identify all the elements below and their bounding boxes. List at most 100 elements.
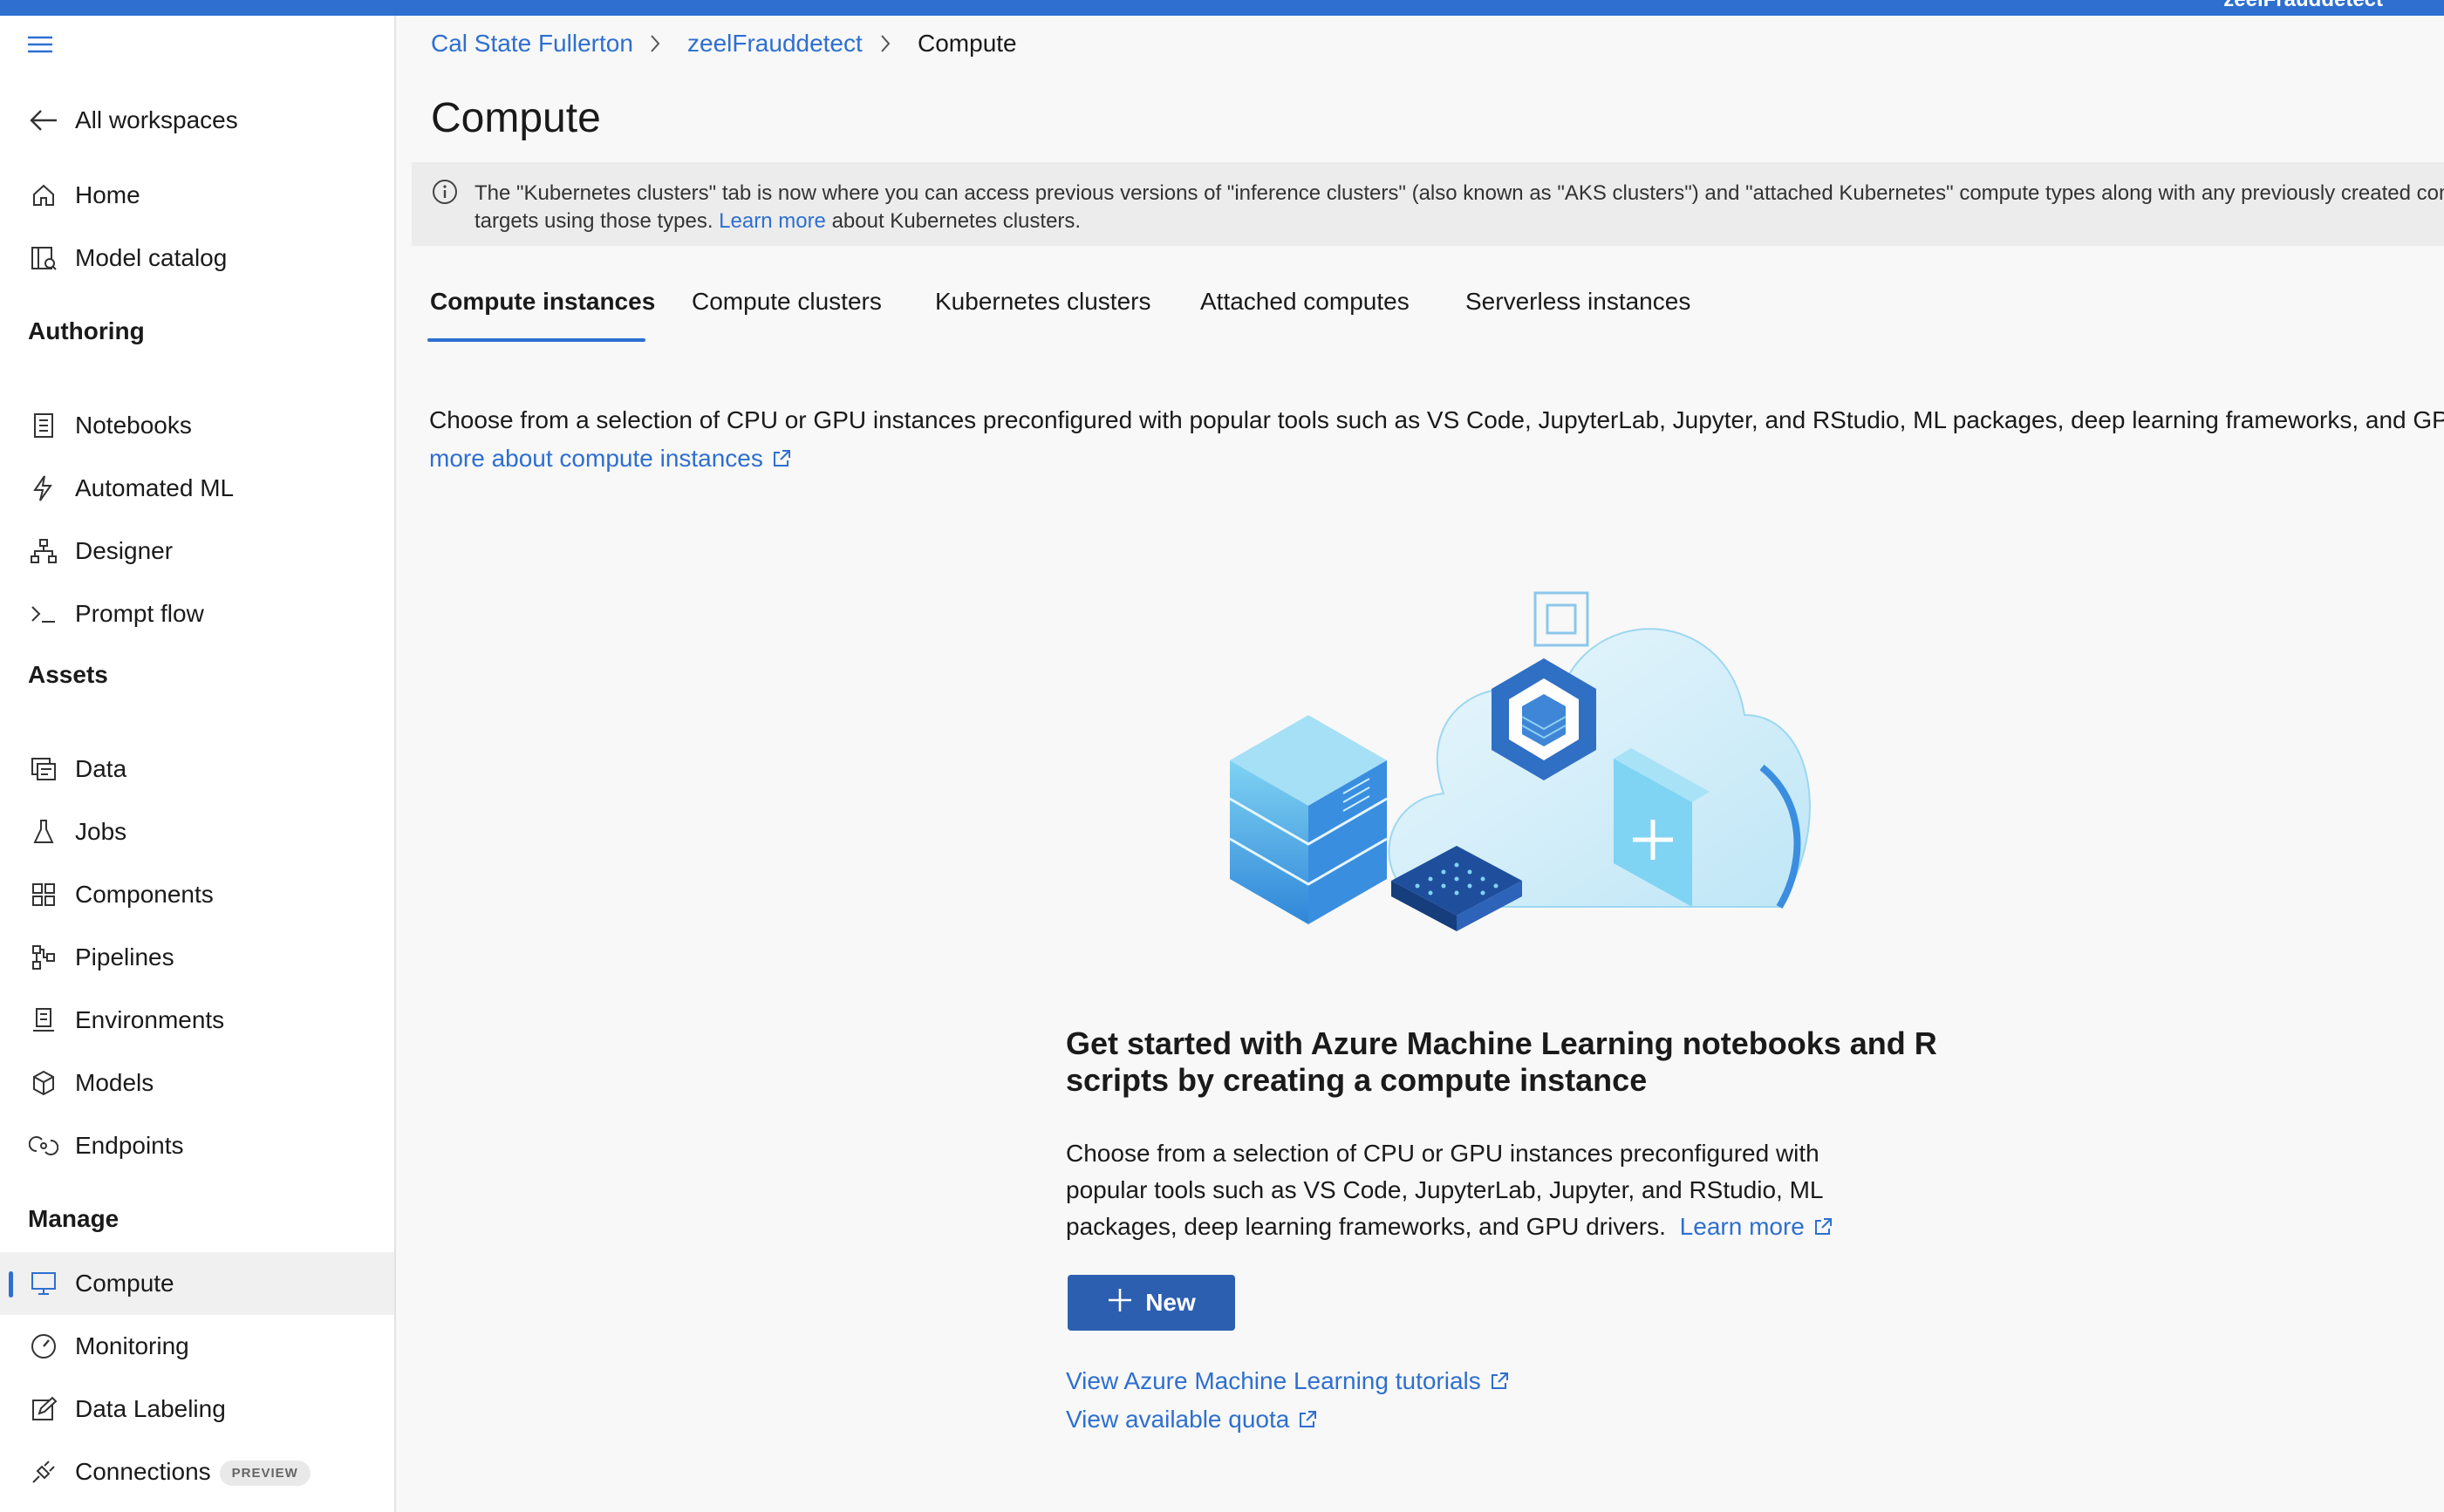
sidebar-item-label: Home (75, 181, 140, 208)
compute-illustration (1204, 541, 1814, 942)
home-icon (26, 178, 61, 213)
new-button-label: New (1145, 1289, 1196, 1316)
sidebar-item-label: Designer (75, 537, 174, 564)
cube-icon (26, 1066, 61, 1100)
info-banner: The "Kubernetes clusters" tab is now whe… (412, 162, 2444, 246)
active-tab-indicator (427, 338, 645, 342)
edit-icon (26, 1392, 61, 1427)
banner-learn-more-link[interactable]: Learn more (719, 209, 826, 233)
breadcrumb-item[interactable]: zeelFrauddetect (687, 30, 863, 58)
connections-label: Connections (75, 1457, 211, 1485)
notebook-icon (26, 408, 61, 443)
sidebar-item-model-catalog[interactable]: Model catalog (0, 227, 394, 289)
all-workspaces-label: All workspaces (75, 106, 238, 133)
new-compute-button[interactable]: New (1068, 1275, 1235, 1331)
external-link-icon (772, 441, 791, 480)
sidebar-item-label: Model catalog (75, 244, 228, 271)
tab-attached-computes[interactable]: Attached computes (1200, 288, 1410, 316)
banner-text: The "Kubernetes clusters" tab is now whe… (474, 180, 2444, 235)
sidebar-item-notebooks[interactable]: Notebooks (0, 394, 394, 457)
sidebar-item-compute[interactable]: Compute (0, 1252, 394, 1315)
breadcrumb-current: Compute (918, 30, 1017, 57)
sidebar-item-label: Monitoring (75, 1332, 189, 1359)
quota-link[interactable]: View available quota (1066, 1406, 1317, 1435)
workspace-name[interactable]: zeelFrauddetect (2223, 0, 2383, 12)
learn-more-compute-link[interactable]: more about compute instances (429, 445, 763, 472)
sidebar-item-label: Prompt flow (75, 600, 204, 627)
sidebar-item-connections[interactable]: Connections PREVIEW (0, 1440, 394, 1503)
monitor-icon (26, 1266, 61, 1301)
external-link-icon (1813, 1210, 1833, 1247)
back-arrow-icon (26, 103, 61, 138)
section-assets: Assets (28, 661, 108, 688)
breadcrumb-item[interactable]: Cal State Fullerton (431, 30, 633, 58)
sidebar-item-label: Pipelines (75, 943, 174, 971)
data-icon (26, 752, 61, 787)
sidebar-item-jobs[interactable]: Jobs (0, 800, 394, 863)
tab-serverless-instances[interactable]: Serverless instances (1465, 288, 1690, 316)
sidebar-item-label: Endpoints (75, 1132, 184, 1159)
top-bar: zeelFrauddetect (0, 0, 2444, 16)
tutorials-link-label: View Azure Machine Learning tutorials (1066, 1367, 1481, 1394)
external-link-icon (1490, 1369, 1509, 1397)
sidebar-item-label: Jobs (75, 818, 127, 845)
endpoint-icon (26, 1128, 61, 1163)
flask-icon (26, 814, 61, 849)
sidebar-item-data-labeling[interactable]: Data Labeling (0, 1378, 394, 1440)
gauge-icon (26, 1329, 61, 1364)
tab-compute-clusters[interactable]: Compute clusters (692, 288, 882, 316)
section-manage: Manage (28, 1205, 119, 1232)
banner-line-1: The "Kubernetes clusters" tab is now whe… (474, 181, 2444, 205)
sidebar-item-home[interactable]: Home (0, 164, 394, 227)
page-title: Compute (431, 95, 601, 141)
hamburger-menu-icon[interactable] (23, 30, 58, 59)
compute-description: Choose from a selection of CPU or GPU in… (429, 401, 2444, 480)
tutorials-link[interactable]: View Azure Machine Learning tutorials (1066, 1367, 1509, 1397)
model-catalog-icon (26, 241, 61, 276)
sidebar-item-label: Components (75, 881, 214, 908)
sidebar-item-label: Notebooks (75, 412, 192, 439)
sidebar-item-prompt-flow[interactable]: Prompt flow (0, 582, 394, 645)
sidebar-item-data[interactable]: Data (0, 738, 394, 800)
pipeline-icon (26, 940, 61, 975)
prompt-icon (26, 596, 61, 631)
all-workspaces-link[interactable]: All workspaces (0, 89, 394, 152)
chevron-right-icon (649, 33, 661, 58)
sidebar: All workspaces Home Model catalog Author… (0, 16, 396, 1512)
chevron-right-icon (879, 33, 891, 58)
banner-text-3: about Kubernetes clusters. (831, 209, 1082, 233)
section-authoring: Authoring (28, 317, 145, 344)
sidebar-item-environments[interactable]: Environments (0, 989, 394, 1052)
sidebar-item-designer[interactable]: Designer (0, 520, 394, 582)
lightning-icon (26, 471, 61, 506)
learn-more-link[interactable]: Learn more (1680, 1213, 1805, 1240)
components-icon (26, 877, 61, 912)
banner-line-2: targets using those types. Learn more ab… (474, 208, 2444, 235)
sidebar-item-label: Data (75, 755, 127, 782)
sidebar-item-label: Connections PREVIEW (75, 1457, 311, 1487)
get-started-description: Choose from a selection of CPU or GPU in… (1066, 1135, 1903, 1247)
sidebar-item-components[interactable]: Components (0, 863, 394, 926)
sidebar-item-label: Data Labeling (75, 1395, 226, 1422)
external-link-icon (1298, 1407, 1317, 1435)
info-icon (431, 178, 459, 210)
sidebar-item-label: Environments (75, 1006, 225, 1033)
sidebar-item-label: Automated ML (75, 474, 235, 501)
tab-compute-instances[interactable]: Compute instances (430, 288, 655, 316)
sidebar-item-label: Compute (75, 1270, 174, 1297)
tab-kubernetes-clusters[interactable]: Kubernetes clusters (935, 288, 1150, 316)
preview-badge: PREVIEW (219, 1461, 311, 1487)
designer-icon (26, 534, 61, 569)
sidebar-item-models[interactable]: Models (0, 1052, 394, 1114)
sidebar-item-automated-ml[interactable]: Automated ML (0, 457, 394, 520)
description-text: Choose from a selection of CPU or GPU in… (429, 406, 2444, 433)
environment-icon (26, 1003, 61, 1038)
banner-text-2: targets using those types. (474, 209, 713, 233)
plug-icon (26, 1454, 61, 1489)
sidebar-item-pipelines[interactable]: Pipelines (0, 926, 394, 989)
get-started-title: Get started with Azure Machine Learning … (1066, 1025, 1937, 1098)
sidebar-item-endpoints[interactable]: Endpoints (0, 1114, 394, 1177)
sidebar-item-monitoring[interactable]: Monitoring (0, 1315, 394, 1378)
sidebar-item-label: Models (75, 1069, 154, 1096)
quota-link-label: View available quota (1066, 1406, 1290, 1433)
